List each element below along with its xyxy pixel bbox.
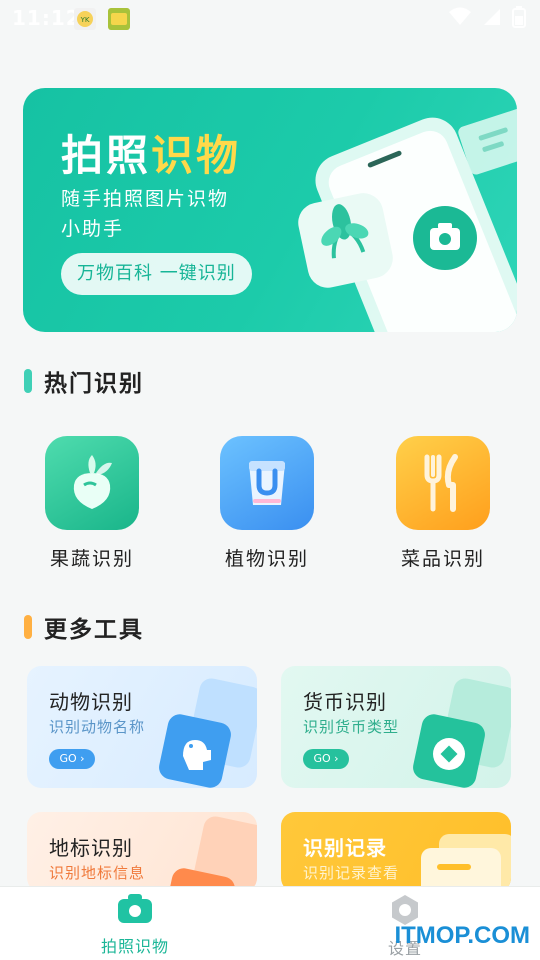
- watermark-text: ITMOP.COM: [394, 922, 530, 949]
- hot-item-label: 菜品识别: [400, 548, 485, 570]
- camera-icon: [118, 894, 152, 923]
- hot-section-title-text: 热门识别: [44, 371, 144, 397]
- tool-title: 识别记录: [303, 836, 387, 860]
- turnip-icon: [45, 436, 139, 530]
- go-button-label: GO: [59, 752, 77, 765]
- tool-subtitle: 识别地标信息: [49, 864, 146, 882]
- hot-item-fruit-veg[interactable]: 果蔬识别: [27, 436, 157, 571]
- section-accent-bar: [24, 369, 32, 393]
- banner-subtitle-line2: 小助手: [61, 218, 125, 240]
- more-section-title-text: 更多工具: [44, 617, 144, 643]
- tool-card-landmark[interactable]: 地标识别 识别地标信息: [27, 812, 257, 892]
- app-notification-icon: YK: [74, 8, 96, 30]
- status-icons: [448, 6, 526, 28]
- app-notification-icon: [108, 8, 130, 30]
- battery-icon: [512, 6, 526, 28]
- more-section-title: 更多工具: [24, 610, 144, 644]
- tab-label: 拍照识物: [100, 937, 169, 956]
- tool-card-animal[interactable]: 动物识别 识别动物名称 GO ›: [27, 666, 257, 788]
- status-time: 11:12: [12, 6, 81, 30]
- tool-card-currency[interactable]: 货币识别 识别货币类型 GO ›: [281, 666, 511, 788]
- tool-subtitle: 识别记录查看: [303, 864, 400, 882]
- dog-icon: [159, 678, 257, 788]
- hot-section-title: 热门识别: [24, 364, 144, 398]
- coin-icon: [413, 678, 511, 788]
- banner-title-part1: 拍照: [61, 131, 152, 180]
- status-bar: 11:12 YK: [0, 0, 540, 36]
- hot-item-plant[interactable]: 植物识别: [202, 436, 332, 571]
- go-button[interactable]: GO ›: [303, 749, 349, 769]
- tool-subtitle: 识别动物名称: [49, 718, 146, 736]
- hero-banner[interactable]: 拍照识物 随手拍照图片识物 小助手 万物百科 一键识别: [23, 88, 517, 332]
- landmark-icon: [163, 816, 257, 892]
- tool-subtitle: 识别货币类型: [303, 718, 400, 736]
- tool-title: 动物识别: [49, 690, 133, 714]
- tool-card-record[interactable]: 识别记录 识别记录查看: [281, 812, 511, 892]
- banner-subtitle-line1: 随手拍照图片识物: [61, 188, 230, 210]
- go-button[interactable]: GO ›: [49, 749, 95, 769]
- plant-bag-icon: [220, 436, 314, 530]
- go-button-label: GO: [313, 752, 331, 765]
- hot-item-dish[interactable]: 菜品识别: [378, 436, 508, 571]
- tab-photo-identify[interactable]: 拍照识物: [70, 893, 200, 957]
- banner-pill: 万物百科 一键识别: [61, 253, 252, 295]
- hot-item-label: 果蔬识别: [49, 548, 134, 570]
- hot-item-label: 植物识别: [224, 548, 309, 570]
- fork-knife-icon: [396, 436, 490, 530]
- signal-icon: [484, 9, 500, 25]
- section-accent-bar: [24, 615, 32, 639]
- banner-subtitle: 随手拍照图片识物 小助手: [61, 184, 261, 244]
- app-notification-icon-text: YK: [80, 16, 90, 24]
- wifi-icon: [449, 7, 471, 25]
- banner-title-highlight: 识物: [151, 131, 242, 180]
- tool-title: 货币识别: [303, 690, 387, 714]
- record-icon: [421, 834, 511, 892]
- banner-title: 拍照识物: [61, 122, 241, 183]
- phone-illustration-icon: [298, 108, 517, 332]
- tool-title: 地标识别: [49, 836, 133, 860]
